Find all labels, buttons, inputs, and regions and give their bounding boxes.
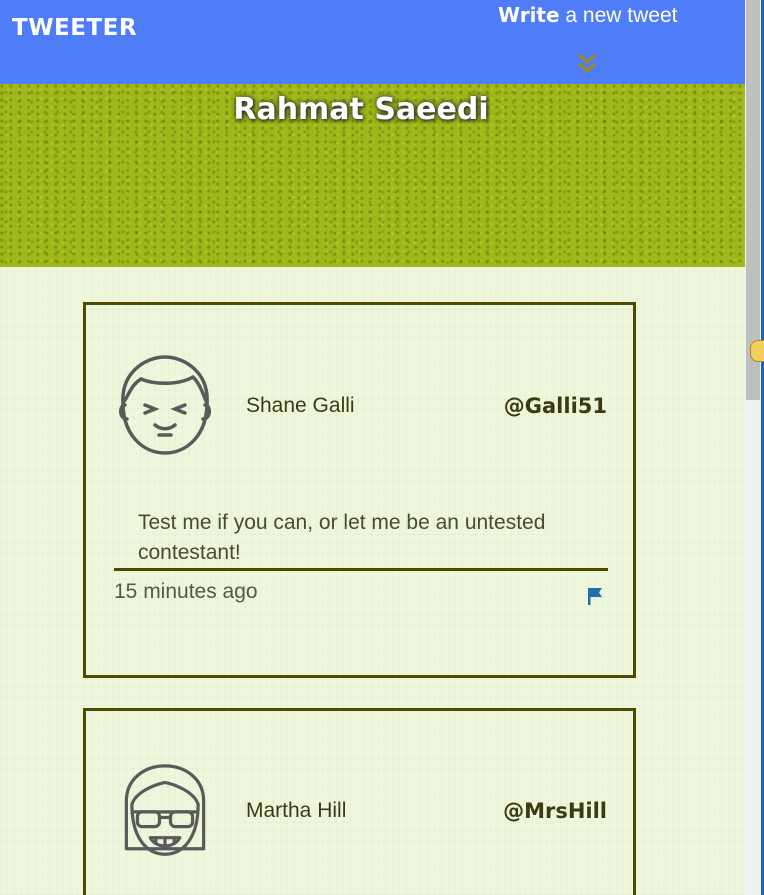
- profile-name: Rahmat Saeedi: [233, 92, 489, 127]
- compose-label-rest: a new tweet: [559, 4, 678, 27]
- double-chevron-down-icon[interactable]: [576, 51, 598, 75]
- profile-banner: Rahmat Saeedi: [0, 84, 745, 267]
- logo[interactable]: TWEETER: [12, 15, 137, 41]
- tweet-card: Martha Hill @MrsHill: [83, 708, 636, 895]
- page: TWEETER Write a new tweet Rahmat Saeedi: [0, 0, 745, 895]
- author-name: Martha Hill: [246, 799, 347, 822]
- tweet-content: Test me if you can, or let me be an unte…: [138, 511, 546, 564]
- top-nav: TWEETER Write a new tweet: [0, 0, 745, 84]
- divider: [114, 568, 608, 571]
- tweet-timestamp: 15 minutes ago: [114, 580, 258, 603]
- tweet-card: Shane Galli @Galli51 Test me if you can,…: [83, 302, 636, 678]
- compose-tweet-link[interactable]: Write a new tweet: [498, 3, 677, 28]
- smiling-man-avatar-icon: [119, 355, 211, 455]
- vertical-scrollbar[interactable]: [745, 0, 764, 895]
- resize-grip-icon[interactable]: [750, 340, 764, 362]
- author-name: Shane Galli: [246, 394, 355, 417]
- woman-with-glasses-avatar-icon: [124, 764, 206, 856]
- flag-icon[interactable]: [586, 587, 604, 605]
- author-handle: @MrsHill: [503, 799, 607, 823]
- author-handle: @Galli51: [503, 394, 607, 418]
- compose-label-bold: Write: [498, 3, 560, 27]
